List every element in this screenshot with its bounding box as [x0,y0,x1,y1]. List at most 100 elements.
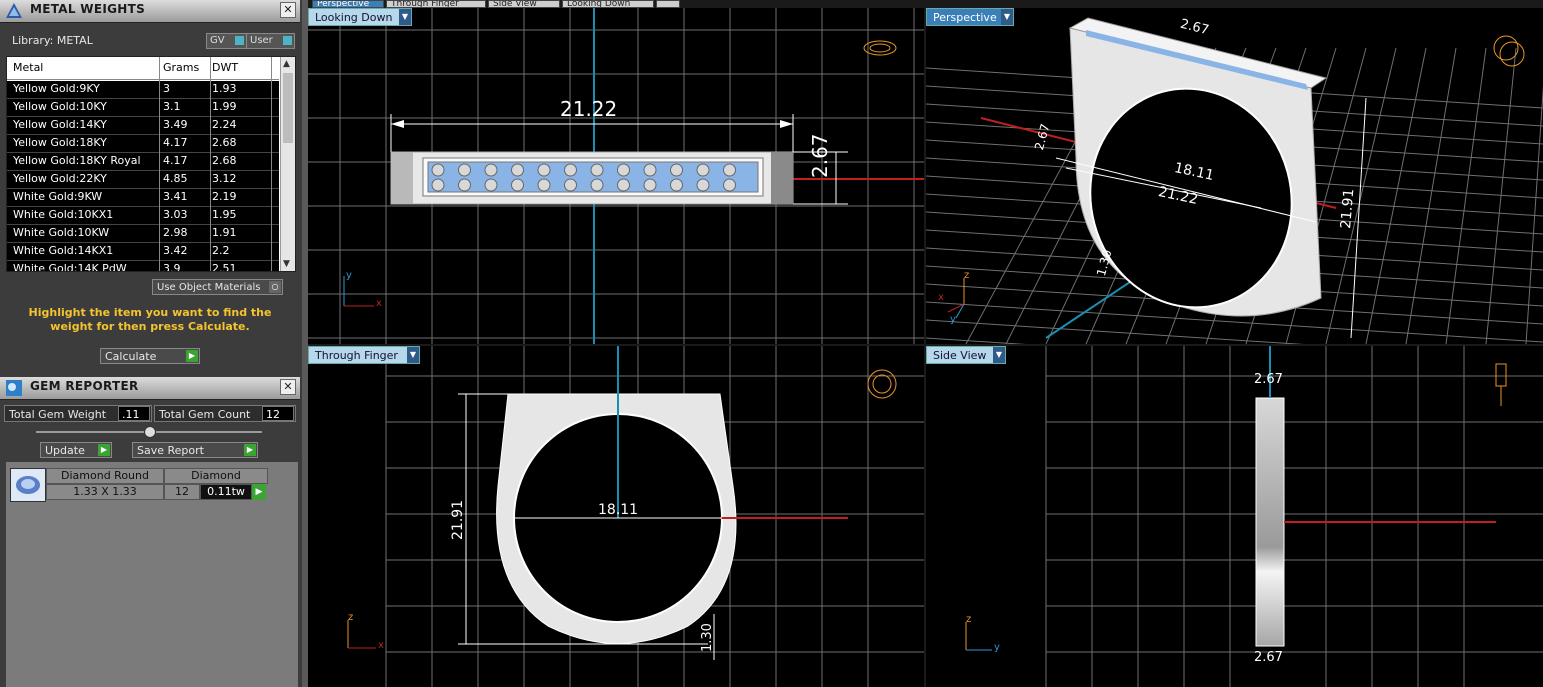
table-row[interactable]: Yellow Gold:18KY 4.17 2.68 [7,135,279,153]
through-finger-label: Through Finger [315,349,398,362]
axis-x-label: x [376,298,382,309]
dim-thick: 1.30 [700,623,715,652]
calculate-label: Calculate [105,350,157,363]
table-row[interactable]: White Gold:9KW 3.41 2.19 [7,189,279,207]
play-icon: ▶ [98,444,110,456]
table-row[interactable]: White Gold:14K PdW 3.9 2.51 [7,261,279,271]
metal-weights-icon [6,3,22,18]
through-finger-tab[interactable]: Through Finger ▼ [308,346,420,364]
tab-side-view[interactable]: Side View [488,0,560,8]
perspective-label: Perspective [933,11,997,24]
use-object-materials-label: Use Object Materials [157,282,261,293]
gem-reporter-icon [6,380,22,396]
table-row[interactable]: White Gold:10KX1 3.03 1.95 [7,207,279,225]
left-panel: METAL WEIGHTS ✕ Library: METAL GV User M… [0,0,302,687]
cell-metal: Yellow Gold:14KY [13,118,107,131]
dim-height: 21.91 [450,499,466,540]
tab-looking-down[interactable]: Looking Down [562,0,654,8]
tab-add-icon[interactable] [656,0,680,8]
user-toggle[interactable]: User [246,33,295,49]
looking-down-tab[interactable]: Looking Down ▼ [308,8,412,26]
cell-grams: 3.41 [163,190,188,203]
viewport-looking-down[interactable]: Looking Down ▼ 21.22 2.67 y x [308,8,924,344]
cell-grams: 2.98 [163,226,188,239]
col-metal[interactable]: Metal [13,61,43,74]
cell-grams: 3.1 [163,100,181,113]
cell-grams: 3 [163,82,170,95]
perspective-tab[interactable]: Perspective ▼ [926,8,1014,26]
diamond-round-icon [10,468,46,502]
cell-metal: White Gold:10KX1 [13,208,114,221]
col-grams[interactable]: Grams [163,61,199,74]
viewport-through-finger[interactable]: Through Finger ▼ 18.11 21.91 1.30 z x [308,346,924,687]
metal-table-scrollbar[interactable]: ▲ ▼ [280,57,295,271]
dim-width: 21.22 [560,97,618,121]
cell-grams: 4.85 [163,172,188,185]
side-view-tab[interactable]: Side View ▼ [926,346,1006,364]
play-icon: ▶ [244,444,256,456]
gv-toggle[interactable]: GV [206,33,247,49]
metal-weights-title: METAL WEIGHTS [30,2,146,16]
table-row[interactable]: White Gold:14KX1 3.42 2.2 [7,243,279,261]
cell-dwt: 1.93 [212,82,237,95]
dim-bottom: 2.67 [1254,650,1283,665]
axis-x-label: x [938,292,944,303]
table-row[interactable]: Yellow Gold:9KY 3 1.93 [7,81,279,99]
table-row[interactable]: White Gold:10KW 2.98 1.91 [7,225,279,243]
axis-y-label: y [950,314,956,325]
viewport-side-view[interactable]: Side View ▼ 2.67 2.67 z y [926,346,1543,687]
toggle-icon: ○ [269,281,281,293]
save-report-button[interactable]: Save Report ▶ [132,442,258,458]
metal-table: Metal Grams DWT Yellow Gold:9KY 3 1.93 Yell… [6,56,296,272]
gem-reporter-title: GEM REPORTER [30,379,139,393]
col-dwt[interactable]: DWT [212,61,238,74]
library-label: Library: METAL [12,34,93,47]
close-icon[interactable]: ✕ [280,2,296,18]
chevron-down-icon[interactable]: ▼ [1001,9,1013,25]
table-row[interactable]: Yellow Gold:22KY 4.85 3.12 [7,171,279,189]
tab-through-finger[interactable]: Through Finger [386,0,486,8]
cell-metal: Yellow Gold:9KY [13,82,100,95]
scroll-thumb[interactable] [283,73,293,143]
update-button[interactable]: Update ▶ [40,442,112,458]
use-object-materials-toggle[interactable]: Use Object Materials ○ [152,279,283,295]
looking-down-label: Looking Down [315,11,393,24]
user-label: User [250,35,273,46]
gem-slider-handle[interactable] [144,426,156,438]
save-report-label: Save Report [137,444,204,457]
side-view-canvas [965,346,1543,687]
calculate-button[interactable]: Calculate ▶ [100,348,200,364]
dim-height: 2.67 [808,133,832,178]
cell-metal: Yellow Gold:22KY [13,172,107,185]
gem-size: 1.33 X 1.33 [46,484,164,500]
gem-shape: Diamond Round [46,468,164,484]
gem-type: Diamond [164,468,268,484]
scroll-up-icon[interactable]: ▲ [283,59,290,69]
chevron-down-icon[interactable]: ▼ [993,347,1005,363]
viewport-perspective[interactable]: Perspective ▼ 2.67 18.11 21.22 21.91 2.67… [926,8,1543,344]
gem-weight: 0.11tw [200,484,252,500]
metal-table-header: Metal Grams DWT [7,57,279,80]
cell-dwt: 1.91 [212,226,237,239]
gem-play-icon[interactable]: ▶ [252,484,266,500]
table-row[interactable]: Yellow Gold:10KY 3.1 1.99 [7,99,279,117]
cell-dwt: 2.24 [212,118,237,131]
cell-metal: Yellow Gold:18KY [13,136,107,149]
cell-metal: White Gold:9KW [13,190,103,203]
table-row[interactable]: Yellow Gold:18KY Royal 4.17 2.68 [7,153,279,171]
chevron-down-icon[interactable]: ▼ [399,9,411,25]
chevron-down-icon[interactable]: ▼ [407,347,419,363]
metal-table-rows: Yellow Gold:9KY 3 1.93 Yellow Gold:10KY 3.1 1… [7,81,279,271]
total-gem-count-value: 12 [262,406,294,421]
cell-metal: White Gold:10KW [13,226,110,239]
scroll-down-icon[interactable]: ▼ [283,259,290,269]
table-row[interactable]: Yellow Gold:14KY 3.49 2.24 [7,117,279,135]
total-gem-weight-label: Total Gem Weight [9,408,107,421]
axis-y-label: y [994,642,1000,653]
tab-perspective[interactable]: Perspective [312,0,384,8]
ring-side-icon [1495,363,1507,406]
gem-table: Diamond Round Diamond 1.33 X 1.33 12 0.1… [6,462,298,687]
axis-z-label: z [964,270,970,281]
close-icon[interactable]: ✕ [280,379,296,395]
cell-metal: White Gold:14KX1 [13,244,114,257]
